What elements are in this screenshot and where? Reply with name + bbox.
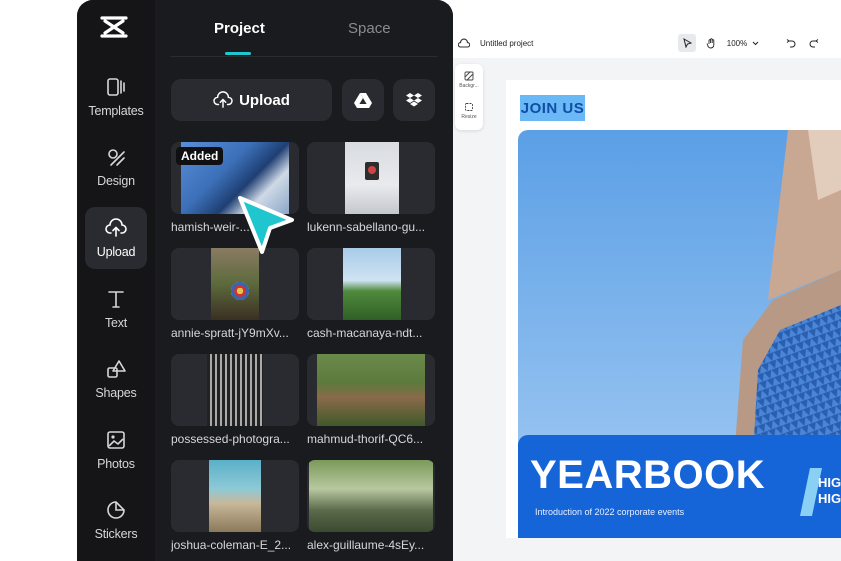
field-photo — [343, 248, 401, 320]
resize-tool[interactable]: Resize — [455, 102, 483, 120]
file-thumbnail[interactable] — [307, 142, 435, 214]
file-name: mahmud-thorif-QC6... — [307, 432, 424, 446]
tab-project[interactable]: Project — [214, 20, 265, 37]
select-tool-button[interactable] — [678, 34, 696, 52]
sidebar-item-upload[interactable]: Upload — [85, 207, 147, 269]
canvas-side-tools: Backgr... Resize — [455, 64, 483, 130]
file-name: lukenn-sabellano-gu... — [307, 220, 426, 234]
file-thumbnail[interactable] — [171, 248, 299, 320]
capcut-logo-icon — [100, 16, 128, 38]
sidebar-item-stickers[interactable]: Stickers — [85, 489, 147, 551]
photos-icon — [107, 431, 125, 449]
sidebar-item-label: Text — [104, 316, 128, 330]
upload-cloud-icon — [213, 91, 233, 108]
shapes-icon — [107, 360, 126, 378]
zoom-level: 100% — [726, 38, 748, 48]
sidebar-item-text[interactable]: Text — [85, 278, 147, 340]
pointer-icon — [682, 38, 692, 48]
background-icon — [464, 71, 474, 81]
crowd-photo — [317, 354, 425, 426]
background-tool[interactable]: Backgr... — [455, 71, 483, 89]
resize-icon — [465, 103, 473, 111]
sidebar: Templates Design Upload Text Shapes Phot… — [77, 0, 155, 561]
side-text: HIG HIG — [818, 475, 841, 507]
file-name: possessed-photogra... — [171, 432, 290, 446]
sidebar-item-label: Design — [97, 174, 135, 188]
sidebar-item-label: Templates — [88, 104, 144, 118]
hand-icon — [706, 37, 715, 48]
upload-button[interactable]: Upload — [171, 79, 332, 121]
redo-icon — [809, 39, 819, 48]
templates-icon — [107, 78, 125, 96]
dropbox-icon — [406, 93, 422, 107]
google-drive-button[interactable] — [342, 79, 384, 121]
target-center — [368, 166, 376, 174]
sidebar-item-label: Photos — [97, 457, 135, 471]
chevron-down-icon — [752, 41, 759, 45]
resize-tool-label: Resize — [461, 114, 477, 120]
yearbook-subtitle[interactable]: Introduction of 2022 corporate events — [535, 507, 684, 517]
canvas-toolbar: Untitled project 100% — [453, 30, 841, 58]
file-name: joshua-coleman-E_2... — [171, 538, 292, 552]
corridor-photo — [209, 460, 261, 532]
file-thumbnail[interactable] — [307, 248, 435, 320]
divider — [171, 56, 437, 57]
text-icon — [108, 291, 124, 308]
design-icon — [108, 149, 125, 166]
active-tab-indicator — [225, 52, 251, 55]
sidebar-item-label: Upload — [96, 245, 136, 259]
sidebar-item-label: Stickers — [94, 527, 138, 541]
join-us-label[interactable]: JOIN US — [520, 95, 585, 121]
target-ring — [231, 282, 249, 300]
upload-button-label: Upload — [239, 91, 290, 109]
sidebar-item-photos[interactable]: Photos — [85, 419, 147, 481]
bw-photo — [207, 354, 263, 426]
yearbook-banner[interactable]: YEARBOOK Introduction of 2022 corporate … — [518, 435, 841, 538]
archers-photo — [309, 460, 433, 532]
tab-space[interactable]: Space — [348, 20, 391, 37]
file-thumbnail[interactable] — [171, 460, 299, 532]
zoom-dropdown[interactable]: 100% — [725, 34, 761, 52]
sidebar-item-templates[interactable]: Templates — [85, 66, 147, 128]
design-page[interactable]: JOIN US YEARBOOK Introduction of 2022 co… — [506, 80, 841, 538]
upload-panel: Project Space Upload Added hamish-weir-.… — [155, 0, 453, 561]
panel-tabs: Project Space — [155, 0, 453, 57]
file-name: alex-guillaume-4sEy... — [307, 538, 425, 552]
yearbook-title[interactable]: YEARBOOK — [530, 453, 765, 498]
side-text-line-1: HIG — [818, 475, 841, 490]
undo-button[interactable] — [784, 34, 798, 52]
undo-icon — [786, 39, 796, 48]
editor-panel: Templates Design Upload Text Shapes Phot… — [77, 0, 453, 561]
file-thumbnail[interactable] — [307, 354, 435, 426]
cursor-icon — [238, 196, 294, 254]
stickers-icon — [107, 501, 125, 519]
added-badge: Added — [176, 147, 224, 165]
project-title[interactable]: Untitled project — [480, 39, 533, 48]
redo-button[interactable] — [807, 34, 821, 52]
google-drive-icon — [354, 93, 372, 108]
file-name: cash-macanaya-ndt... — [307, 326, 423, 340]
file-thumbnail[interactable] — [307, 460, 435, 532]
file-thumbnail[interactable] — [171, 354, 299, 426]
file-name: annie-spratt-jY9mXv... — [171, 326, 289, 340]
sidebar-item-label: Shapes — [95, 386, 137, 400]
sidebar-item-shapes[interactable]: Shapes — [85, 348, 147, 410]
background-tool-label: Backgr... — [459, 83, 479, 89]
cloud-icon — [458, 38, 470, 48]
upload-cloud-icon — [105, 218, 127, 237]
hand-tool-button[interactable] — [703, 34, 719, 52]
sidebar-item-design[interactable]: Design — [85, 136, 147, 198]
side-text-line-2: HIG — [818, 491, 841, 506]
dropbox-button[interactable] — [393, 79, 435, 121]
